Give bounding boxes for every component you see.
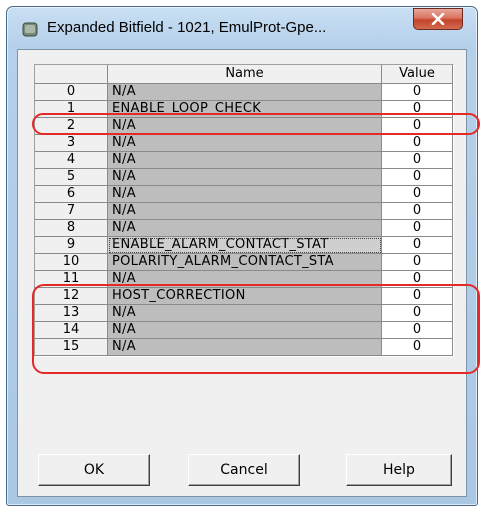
row-index: 8 <box>35 219 108 237</box>
row-index: 11 <box>35 270 108 288</box>
window-title: Expanded Bitfield - 1021, EmulProt-Gpe..… <box>47 19 327 36</box>
table-row[interactable]: 7 N/A 0 <box>35 202 453 220</box>
row-value[interactable]: 0 <box>381 185 453 203</box>
row-name[interactable]: N/A <box>107 338 382 356</box>
expanded-bitfield-dialog: Expanded Bitfield - 1021, EmulProt-Gpe..… <box>6 6 480 506</box>
row-value[interactable]: 0 <box>381 270 453 288</box>
row-name[interactable]: ENABLE_LOOP_CHECK <box>107 100 382 118</box>
row-index: 12 <box>35 287 108 305</box>
name-column-header[interactable]: Name <box>107 65 382 84</box>
table-header-row: Name Value <box>35 65 453 84</box>
table-row[interactable]: 2 N/A 0 <box>35 117 453 135</box>
row-name[interactable]: N/A <box>107 151 382 169</box>
close-icon <box>431 13 445 25</box>
row-value[interactable]: 0 <box>381 100 453 118</box>
table-row[interactable]: 9 ENABLE_ALARM_CONTACT_STAT 0 <box>35 236 453 254</box>
row-name[interactable]: N/A <box>107 270 382 288</box>
row-index: 0 <box>35 83 108 101</box>
row-name[interactable]: N/A <box>107 83 382 101</box>
table-row[interactable]: 1 ENABLE_LOOP_CHECK 0 <box>35 100 453 118</box>
row-name[interactable]: N/A <box>107 304 382 322</box>
table-row[interactable]: 12 HOST_CORRECTION 0 <box>35 287 453 305</box>
row-name[interactable]: N/A <box>107 168 382 186</box>
close-button[interactable] <box>413 8 463 30</box>
dialog-client-area: Name Value 0 N/A 0 1 ENABLE_LOOP_CHECK 0 2 N/A 0… <box>17 49 480 497</box>
row-value[interactable]: 0 <box>381 202 453 220</box>
row-name[interactable]: N/A <box>107 134 382 152</box>
row-name[interactable]: HOST_CORRECTION <box>107 287 382 305</box>
row-index: 3 <box>35 134 108 152</box>
table-row[interactable]: 6 N/A 0 <box>35 185 453 203</box>
cancel-button[interactable]: Cancel <box>188 454 300 486</box>
table-row[interactable]: 14 N/A 0 <box>35 321 453 339</box>
bitfield-table: Name Value 0 N/A 0 1 ENABLE_LOOP_CHECK 0 2 N/A 0… <box>35 65 453 356</box>
row-value[interactable]: 0 <box>381 134 453 152</box>
row-index: 6 <box>35 185 108 203</box>
table-row[interactable]: 3 N/A 0 <box>35 134 453 152</box>
table-row[interactable]: 15 N/A 0 <box>35 338 453 356</box>
table-row[interactable]: 8 N/A 0 <box>35 219 453 237</box>
row-name[interactable]: N/A <box>107 185 382 203</box>
row-value[interactable]: 0 <box>381 304 453 322</box>
row-index: 7 <box>35 202 108 220</box>
row-value[interactable]: 0 <box>381 117 453 135</box>
row-value[interactable]: 0 <box>381 236 453 254</box>
table-row[interactable]: 5 N/A 0 <box>35 168 453 186</box>
row-value[interactable]: 0 <box>381 219 453 237</box>
value-column-header[interactable]: Value <box>381 65 453 84</box>
row-name[interactable]: N/A <box>107 202 382 220</box>
row-index: 10 <box>35 253 108 271</box>
bitfield-grid: Name Value 0 N/A 0 1 ENABLE_LOOP_CHECK 0 2 N/A 0… <box>34 64 454 357</box>
title-bar[interactable]: Expanded Bitfield - 1021, EmulProt-Gpe..… <box>7 7 477 49</box>
row-value[interactable]: 0 <box>381 253 453 271</box>
table-row[interactable]: 10 POLARITY_ALARM_CONTACT_STA 0 <box>35 253 453 271</box>
row-name[interactable]: N/A <box>107 321 382 339</box>
row-value[interactable]: 0 <box>381 168 453 186</box>
row-name[interactable]: N/A <box>107 117 382 135</box>
row-name[interactable]: POLARITY_ALARM_CONTACT_STA <box>107 253 382 271</box>
table-row[interactable]: 11 N/A 0 <box>35 270 453 288</box>
row-index: 2 <box>35 117 108 135</box>
row-value[interactable]: 0 <box>381 151 453 169</box>
row-index: 14 <box>35 321 108 339</box>
row-index: 4 <box>35 151 108 169</box>
dialog-buttons: OK Cancel Help <box>34 454 454 488</box>
table-row[interactable]: 13 N/A 0 <box>35 304 453 322</box>
row-index: 5 <box>35 168 108 186</box>
ok-button[interactable]: OK <box>38 454 150 486</box>
row-value[interactable]: 0 <box>381 287 453 305</box>
row-index: 13 <box>35 304 108 322</box>
row-name[interactable]: ENABLE_ALARM_CONTACT_STAT <box>107 236 382 254</box>
row-index: 1 <box>35 100 108 118</box>
row-index: 9 <box>35 236 108 254</box>
row-value[interactable]: 0 <box>381 321 453 339</box>
row-value[interactable]: 0 <box>381 338 453 356</box>
row-name[interactable]: N/A <box>107 219 382 237</box>
help-button[interactable]: Help <box>346 454 452 486</box>
dialog-app-icon <box>22 22 38 37</box>
table-row[interactable]: 0 N/A 0 <box>35 83 453 101</box>
row-index: 15 <box>35 338 108 356</box>
table-row[interactable]: 4 N/A 0 <box>35 151 453 169</box>
row-value[interactable]: 0 <box>381 83 453 101</box>
index-column-header <box>35 65 108 84</box>
